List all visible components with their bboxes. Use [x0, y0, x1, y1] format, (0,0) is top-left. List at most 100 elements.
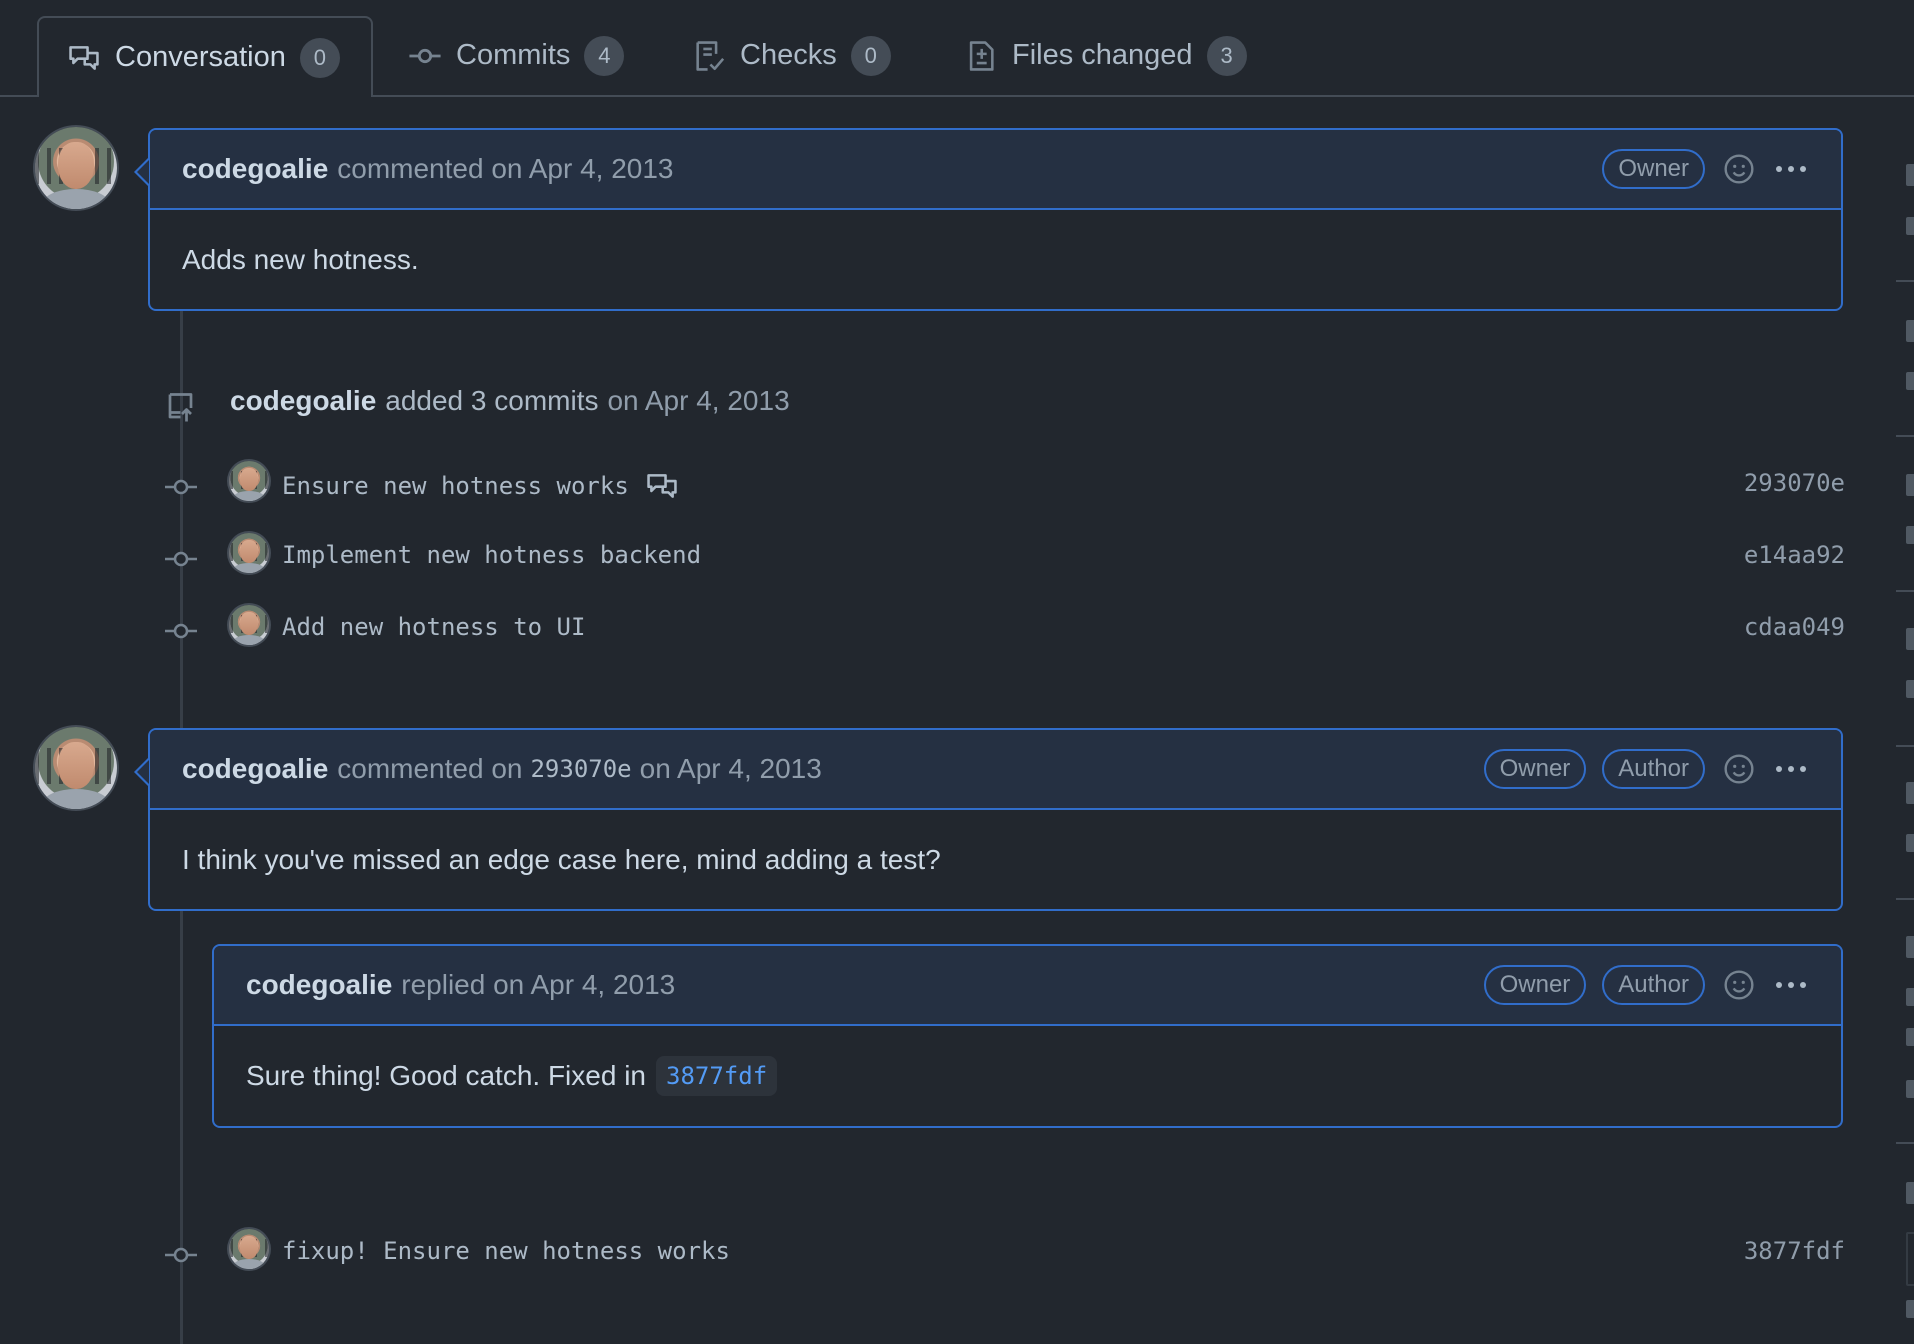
- commit-message[interactable]: Implement new hotness backend: [282, 541, 701, 569]
- avatar[interactable]: [229, 533, 269, 573]
- sidebar-cutoff: [1906, 526, 1914, 544]
- tab-counter: 3: [1206, 35, 1247, 76]
- sidebar-divider: [1896, 435, 1914, 437]
- commit-sha[interactable]: e14aa92: [1744, 541, 1845, 569]
- comment-body: Adds new hotness.: [182, 244, 419, 275]
- comment-author[interactable]: codegoalie: [246, 969, 392, 1001]
- avatar[interactable]: [229, 461, 269, 501]
- reply-text: Sure thing! Good catch. Fixed in: [246, 1060, 646, 1091]
- comment-discussion-icon: [69, 45, 99, 70]
- tab-label: Files changed: [1012, 39, 1193, 71]
- owner-label: Owner: [1483, 749, 1587, 789]
- sidebar-cutoff: [1906, 320, 1914, 342]
- add-reaction-button[interactable]: [1721, 151, 1757, 187]
- reply-box: codegoalie replied on Apr 4, 2013 Owner …: [212, 944, 1843, 1128]
- avatar[interactable]: [229, 605, 269, 645]
- git-commit-icon: [165, 479, 197, 495]
- comment-author[interactable]: codegoalie: [182, 153, 328, 185]
- comment-menu-button[interactable]: [1773, 751, 1809, 787]
- comment-header: codegoalie commented on 293070e on Apr 4…: [134, 730, 1841, 810]
- sidebar-divider: [1896, 1142, 1914, 1144]
- kebab-horizontal-icon: [1776, 766, 1806, 772]
- sidebar-cutoff: [1906, 936, 1914, 958]
- tab-conversation[interactable]: Conversation 0: [37, 16, 373, 97]
- pr-tab-bar: Conversation 0 Commits 4 Checks 0 Files …: [0, 0, 1914, 97]
- comment-timestamp[interactable]: replied on Apr 4, 2013: [401, 969, 675, 1001]
- commit-message[interactable]: fixup! Ensure new hotness works: [282, 1237, 730, 1265]
- comment-header: codegoalie replied on Apr 4, 2013 Owner …: [214, 946, 1841, 1026]
- add-reaction-button[interactable]: [1721, 751, 1757, 787]
- comment-timestamp[interactable]: commented on Apr 4, 2013: [337, 153, 673, 185]
- event-timestamp[interactable]: on Apr 4, 2013: [607, 385, 789, 417]
- commit-sha-link[interactable]: 3877fdf: [656, 1056, 778, 1096]
- tab-label: Commits: [456, 39, 571, 71]
- git-commit-icon: [409, 48, 441, 63]
- comment-body: Sure thing! Good catch. Fixed in 3877fdf: [214, 1026, 1841, 1126]
- comment-timestamp[interactable]: on Apr 4, 2013: [640, 753, 822, 785]
- kebab-horizontal-icon: [1776, 982, 1806, 988]
- comment-action: commented on: [337, 753, 523, 784]
- commit-row: Implement new hotness backend e14aa92: [165, 527, 1845, 587]
- comment-author[interactable]: codegoalie: [182, 753, 328, 785]
- commit-sha-link[interactable]: 293070e: [530, 755, 631, 783]
- tab-label: Checks: [740, 39, 837, 71]
- sidebar-cutoff: [1906, 988, 1914, 1006]
- tab-counter: 0: [299, 37, 340, 78]
- commit-message[interactable]: Add new hotness to UI: [282, 613, 585, 641]
- checklist-icon: [696, 40, 725, 71]
- add-reaction-button[interactable]: [1721, 967, 1757, 1003]
- git-commit-icon: [165, 551, 197, 567]
- sidebar-cutoff: [1906, 1182, 1914, 1204]
- sidebar-divider: [1896, 898, 1914, 900]
- push-event: codegoalie added 3 commits on Apr 4, 201…: [230, 385, 790, 417]
- smiley-icon: [1724, 154, 1754, 184]
- sidebar-cutoff: [1906, 1080, 1914, 1098]
- tab-commits[interactable]: Commits 4: [380, 16, 652, 95]
- commit-row: fixup! Ensure new hotness works 3877fdf: [165, 1223, 1845, 1283]
- tab-checks[interactable]: Checks 0: [664, 16, 919, 95]
- avatar[interactable]: [229, 1229, 269, 1269]
- timeline-line: [180, 310, 183, 730]
- commit-row: Add new hotness to UI cdaa049: [165, 599, 1845, 659]
- git-commit-icon: [165, 623, 197, 639]
- commit-sha[interactable]: cdaa049: [1744, 613, 1845, 641]
- author-label: Author: [1602, 749, 1705, 789]
- avatar[interactable]: [35, 727, 117, 809]
- comment-menu-button[interactable]: [1773, 151, 1809, 187]
- avatar[interactable]: [35, 127, 117, 209]
- commit-sha[interactable]: 293070e: [1744, 469, 1845, 497]
- sidebar-divider: [1896, 590, 1914, 592]
- comment-discussion-icon[interactable]: [645, 469, 679, 503]
- comment-box: codegoalie commented on 293070e on Apr 4…: [134, 728, 1843, 911]
- sidebar-divider: [1896, 280, 1914, 282]
- sidebar-cutoff: [1906, 1300, 1914, 1318]
- commit-message-text[interactable]: Ensure new hotness works: [282, 472, 629, 500]
- sidebar-cutoff: [1906, 782, 1914, 804]
- sidebar-cutoff: [1906, 680, 1914, 698]
- comment-menu-button[interactable]: [1773, 967, 1809, 1003]
- smiley-icon: [1724, 754, 1754, 784]
- sidebar-cutoff: [1906, 372, 1914, 390]
- sidebar-cutoff: [1906, 1028, 1914, 1046]
- commit-message[interactable]: Ensure new hotness works: [282, 469, 679, 503]
- tab-counter: 4: [584, 35, 625, 76]
- sidebar-divider: [1896, 745, 1914, 747]
- event-action: added 3 commits: [385, 385, 599, 416]
- tab-files-changed[interactable]: Files changed 3: [936, 16, 1275, 95]
- event-author[interactable]: codegoalie: [230, 385, 376, 417]
- comment-box: codegoalie commented on Apr 4, 2013 Owne…: [134, 128, 1843, 311]
- owner-label: Owner: [1483, 965, 1587, 1005]
- file-diff-icon: [969, 40, 994, 71]
- repo-push-icon: [168, 393, 193, 422]
- commit-row: Ensure new hotness works 293070e: [165, 455, 1845, 515]
- commit-sha[interactable]: 3877fdf: [1744, 1237, 1845, 1265]
- kebab-horizontal-icon: [1776, 166, 1806, 172]
- tab-counter: 0: [850, 35, 891, 76]
- comment-header: codegoalie commented on Apr 4, 2013 Owne…: [134, 130, 1841, 210]
- owner-label: Owner: [1602, 149, 1705, 189]
- comment-body: I think you've missed an edge case here,…: [182, 844, 941, 875]
- author-label: Author: [1602, 965, 1705, 1005]
- sidebar-cutoff: [1906, 1232, 1914, 1286]
- sidebar-cutoff: [1906, 474, 1914, 496]
- git-commit-icon: [165, 1247, 197, 1263]
